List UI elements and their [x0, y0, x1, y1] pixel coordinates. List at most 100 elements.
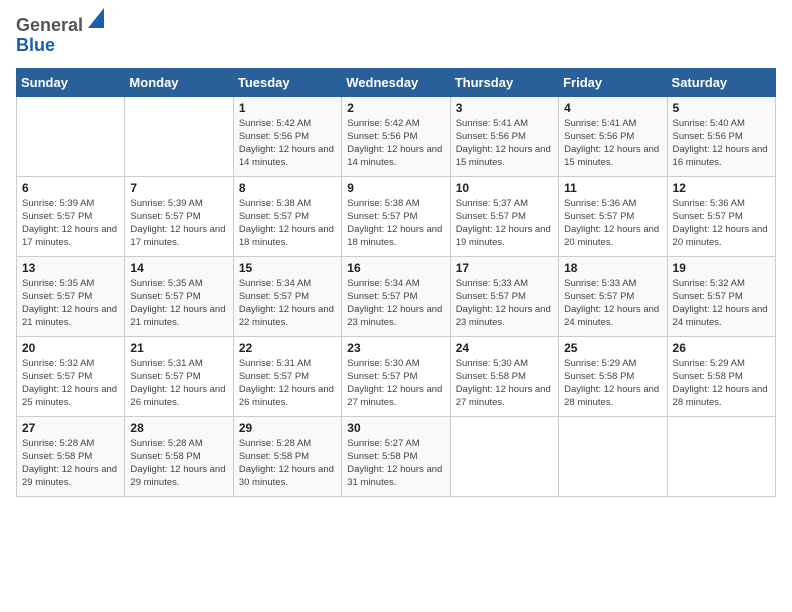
- day-info: Sunrise: 5:28 AM Sunset: 5:58 PM Dayligh…: [130, 437, 227, 490]
- day-number: 15: [239, 261, 336, 275]
- day-info: Sunrise: 5:38 AM Sunset: 5:57 PM Dayligh…: [347, 197, 444, 250]
- calendar-cell: 20Sunrise: 5:32 AM Sunset: 5:57 PM Dayli…: [17, 336, 125, 416]
- day-info: Sunrise: 5:37 AM Sunset: 5:57 PM Dayligh…: [456, 197, 553, 250]
- calendar-cell: 12 Sunrise: 5:36 AM Sunset: 5:57 PM Dayli…: [667, 176, 775, 256]
- calendar-cell: 5 Sunrise: 5:40 AM Sunset: 5:56 PM Daylig…: [667, 96, 775, 176]
- calendar-week-2: 6 Sunrise: 5:39 AM Sunset: 5:57 PM Daylig…: [17, 176, 776, 256]
- calendar-cell: 18 Sunrise: 5:33 AM Sunset: 5:57 PM Dayli…: [559, 256, 667, 336]
- day-number: 13: [22, 261, 119, 275]
- day-number: 18: [564, 261, 661, 275]
- calendar-week-1: 1 Sunrise: 5:42 AM Sunset: 5:56 PM Daylig…: [17, 96, 776, 176]
- day-number: 2: [347, 101, 444, 115]
- calendar-cell: [667, 416, 775, 496]
- day-number: 4: [564, 101, 661, 115]
- logo-blue: Blue: [16, 36, 55, 56]
- day-number: 25: [564, 341, 661, 355]
- day-info: Sunrise: 5:31 AM Sunset: 5:57 PM Dayligh…: [130, 357, 227, 410]
- day-number: 21: [130, 341, 227, 355]
- calendar-cell: 27Sunrise: 5:28 AM Sunset: 5:58 PM Dayli…: [17, 416, 125, 496]
- day-info: Sunrise: 5:35 AM Sunset: 5:57 PM Dayligh…: [130, 277, 227, 330]
- calendar-cell: [450, 416, 558, 496]
- weekday-header-friday: Friday: [559, 68, 667, 96]
- day-number: 17: [456, 261, 553, 275]
- day-number: 6: [22, 181, 119, 195]
- day-info: Sunrise: 5:41 AM Sunset: 5:56 PM Dayligh…: [564, 117, 661, 170]
- day-number: 26: [673, 341, 770, 355]
- day-number: 22: [239, 341, 336, 355]
- day-number: 10: [456, 181, 553, 195]
- calendar-cell: 2 Sunrise: 5:42 AM Sunset: 5:56 PM Daylig…: [342, 96, 450, 176]
- calendar-cell: 26 Sunrise: 5:29 AM Sunset: 5:58 PM Dayli…: [667, 336, 775, 416]
- logo: General Blue: [16, 16, 104, 56]
- calendar-cell: 29Sunrise: 5:28 AM Sunset: 5:58 PM Dayli…: [233, 416, 341, 496]
- calendar-cell: 13 Sunrise: 5:35 AM Sunset: 5:57 PM Dayli…: [17, 256, 125, 336]
- calendar-cell: 14 Sunrise: 5:35 AM Sunset: 5:57 PM Dayli…: [125, 256, 233, 336]
- calendar-cell: 7 Sunrise: 5:39 AM Sunset: 5:57 PM Daylig…: [125, 176, 233, 256]
- day-info: Sunrise: 5:34 AM Sunset: 5:57 PM Dayligh…: [347, 277, 444, 330]
- weekday-header-monday: Monday: [125, 68, 233, 96]
- day-info: Sunrise: 5:42 AM Sunset: 5:56 PM Dayligh…: [347, 117, 444, 170]
- day-number: 8: [239, 181, 336, 195]
- calendar-cell: 3Sunrise: 5:41 AM Sunset: 5:56 PM Daylig…: [450, 96, 558, 176]
- day-info: Sunrise: 5:39 AM Sunset: 5:57 PM Dayligh…: [22, 197, 119, 250]
- calendar-week-4: 20Sunrise: 5:32 AM Sunset: 5:57 PM Dayli…: [17, 336, 776, 416]
- weekday-header-wednesday: Wednesday: [342, 68, 450, 96]
- day-info: Sunrise: 5:28 AM Sunset: 5:58 PM Dayligh…: [239, 437, 336, 490]
- day-info: Sunrise: 5:29 AM Sunset: 5:58 PM Dayligh…: [564, 357, 661, 410]
- logo-general: General: [16, 16, 83, 36]
- day-number: 9: [347, 181, 444, 195]
- day-info: Sunrise: 5:39 AM Sunset: 5:57 PM Dayligh…: [130, 197, 227, 250]
- calendar-cell: 19Sunrise: 5:32 AM Sunset: 5:57 PM Dayli…: [667, 256, 775, 336]
- calendar-cell: 15 Sunrise: 5:34 AM Sunset: 5:57 PM Dayli…: [233, 256, 341, 336]
- calendar-cell: 24 Sunrise: 5:30 AM Sunset: 5:58 PM Dayli…: [450, 336, 558, 416]
- logo-icon: [88, 8, 104, 28]
- day-info: Sunrise: 5:32 AM Sunset: 5:57 PM Dayligh…: [22, 357, 119, 410]
- calendar-cell: 22 Sunrise: 5:31 AM Sunset: 5:57 PM Dayli…: [233, 336, 341, 416]
- day-info: Sunrise: 5:33 AM Sunset: 5:57 PM Dayligh…: [564, 277, 661, 330]
- page-header: General Blue: [16, 16, 776, 56]
- day-info: Sunrise: 5:35 AM Sunset: 5:57 PM Dayligh…: [22, 277, 119, 330]
- calendar-cell: 25 Sunrise: 5:29 AM Sunset: 5:58 PM Dayli…: [559, 336, 667, 416]
- day-info: Sunrise: 5:28 AM Sunset: 5:58 PM Dayligh…: [22, 437, 119, 490]
- calendar-cell: 4 Sunrise: 5:41 AM Sunset: 5:56 PM Daylig…: [559, 96, 667, 176]
- day-number: 3: [456, 101, 553, 115]
- calendar-cell: [125, 96, 233, 176]
- day-info: Sunrise: 5:40 AM Sunset: 5:56 PM Dayligh…: [673, 117, 770, 170]
- day-number: 12: [673, 181, 770, 195]
- calendar-cell: 8 Sunrise: 5:38 AM Sunset: 5:57 PM Daylig…: [233, 176, 341, 256]
- day-number: 28: [130, 421, 227, 435]
- day-number: 24: [456, 341, 553, 355]
- calendar-table: SundayMondayTuesdayWednesdayThursdayFrid…: [16, 68, 776, 497]
- day-number: 30: [347, 421, 444, 435]
- calendar-week-5: 27Sunrise: 5:28 AM Sunset: 5:58 PM Dayli…: [17, 416, 776, 496]
- day-info: Sunrise: 5:27 AM Sunset: 5:58 PM Dayligh…: [347, 437, 444, 490]
- calendar-cell: 23Sunrise: 5:30 AM Sunset: 5:57 PM Dayli…: [342, 336, 450, 416]
- day-info: Sunrise: 5:33 AM Sunset: 5:57 PM Dayligh…: [456, 277, 553, 330]
- calendar-cell: 17 Sunrise: 5:33 AM Sunset: 5:57 PM Dayli…: [450, 256, 558, 336]
- day-info: Sunrise: 5:30 AM Sunset: 5:58 PM Dayligh…: [456, 357, 553, 410]
- weekday-header-thursday: Thursday: [450, 68, 558, 96]
- day-info: Sunrise: 5:29 AM Sunset: 5:58 PM Dayligh…: [673, 357, 770, 410]
- calendar-cell: 16 Sunrise: 5:34 AM Sunset: 5:57 PM Dayli…: [342, 256, 450, 336]
- day-number: 1: [239, 101, 336, 115]
- day-number: 14: [130, 261, 227, 275]
- calendar-cell: 28 Sunrise: 5:28 AM Sunset: 5:58 PM Dayli…: [125, 416, 233, 496]
- day-info: Sunrise: 5:42 AM Sunset: 5:56 PM Dayligh…: [239, 117, 336, 170]
- calendar-cell: [559, 416, 667, 496]
- day-info: Sunrise: 5:31 AM Sunset: 5:57 PM Dayligh…: [239, 357, 336, 410]
- day-info: Sunrise: 5:38 AM Sunset: 5:57 PM Dayligh…: [239, 197, 336, 250]
- weekday-header-tuesday: Tuesday: [233, 68, 341, 96]
- day-info: Sunrise: 5:36 AM Sunset: 5:57 PM Dayligh…: [673, 197, 770, 250]
- calendar-cell: 30 Sunrise: 5:27 AM Sunset: 5:58 PM Dayli…: [342, 416, 450, 496]
- day-info: Sunrise: 5:34 AM Sunset: 5:57 PM Dayligh…: [239, 277, 336, 330]
- calendar-cell: 6 Sunrise: 5:39 AM Sunset: 5:57 PM Daylig…: [17, 176, 125, 256]
- day-number: 19: [673, 261, 770, 275]
- day-info: Sunrise: 5:30 AM Sunset: 5:57 PM Dayligh…: [347, 357, 444, 410]
- day-number: 5: [673, 101, 770, 115]
- calendar-cell: [17, 96, 125, 176]
- calendar-cell: 1 Sunrise: 5:42 AM Sunset: 5:56 PM Daylig…: [233, 96, 341, 176]
- day-number: 16: [347, 261, 444, 275]
- calendar-cell: 10 Sunrise: 5:37 AM Sunset: 5:57 PM Dayli…: [450, 176, 558, 256]
- weekday-header-sunday: Sunday: [17, 68, 125, 96]
- day-number: 7: [130, 181, 227, 195]
